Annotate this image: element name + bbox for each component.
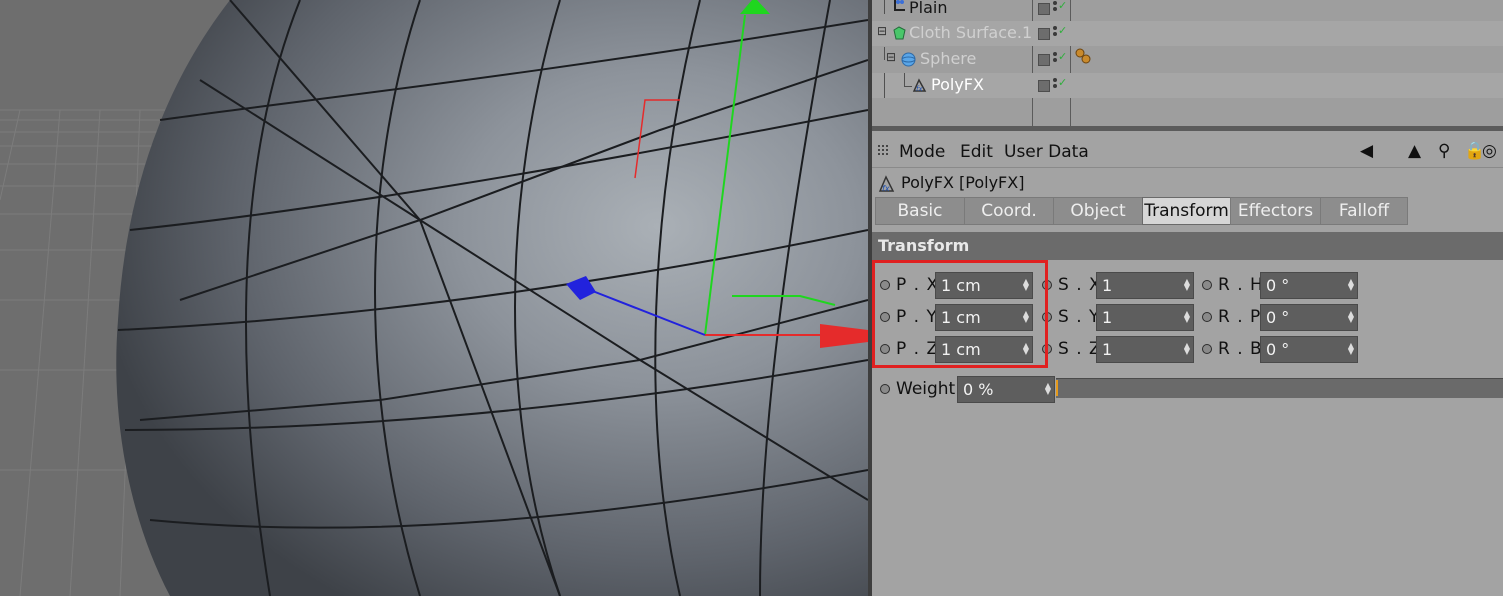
spinner-icon: ▲ ▼ <box>1044 381 1051 396</box>
visibility-toggle[interactable] <box>1038 3 1050 15</box>
param-scale-x: S . X 1 ▲ ▼ <box>1042 272 1197 300</box>
param-rotation-h: R . H 0 ° ▲ ▼ <box>1202 272 1362 300</box>
visibility-toggle[interactable] <box>1038 54 1050 66</box>
scale-x-field[interactable]: 1 ▲ ▼ <box>1096 272 1194 299</box>
param-rotation-p: R . P 0 ° ▲ ▼ <box>1202 304 1362 332</box>
cursor-icon[interactable]: ▲ <box>1408 141 1421 161</box>
object-name[interactable]: Cloth Surface.1 <box>909 23 1032 42</box>
weight-slider-handle[interactable] <box>1056 380 1058 396</box>
rotation-h-field[interactable]: 0 ° ▲ ▼ <box>1260 272 1358 299</box>
menu-edit[interactable]: Edit <box>960 142 993 162</box>
3d-viewport[interactable] <box>0 0 868 596</box>
visibility-toggle[interactable] <box>1038 28 1050 40</box>
weight-field[interactable]: 0 % ▲ ▼ <box>957 376 1055 403</box>
spinner-icon: ▲ ▼ <box>1183 277 1190 292</box>
spinner-icon: ▲ ▼ <box>1347 277 1354 292</box>
param-scale-z: S . Z 1 ▲ ▼ <box>1042 336 1197 364</box>
animation-dot[interactable] <box>880 384 890 394</box>
object-name[interactable]: Plain <box>909 0 947 17</box>
param-label: S . Y <box>1058 307 1101 327</box>
param-weight: Weight 0 % ▲ ▼ <box>880 376 1060 404</box>
tab-basic[interactable]: Basic <box>875 197 965 225</box>
param-label: Weight <box>896 379 956 399</box>
menu-mode[interactable]: Mode <box>899 142 945 162</box>
editor-render-dots[interactable] <box>1053 78 1057 92</box>
cloth-surface-icon <box>893 26 906 40</box>
param-scale-y: S . Y 1 ▲ ▼ <box>1042 304 1197 332</box>
manager-separator <box>872 126 1503 131</box>
enabled-check-icon[interactable]: ✓ <box>1058 50 1067 63</box>
object-row-plain[interactable]: Plain ✓ <box>872 0 1503 21</box>
param-label: R . H <box>1218 275 1264 295</box>
sphere-mesh <box>116 0 868 596</box>
param-label: R . B <box>1218 339 1263 359</box>
tab-transform[interactable]: Transform <box>1142 197 1231 225</box>
grip-icon[interactable] <box>878 145 890 157</box>
tab-object[interactable]: Object <box>1053 197 1143 225</box>
cloth-tag-icon[interactable] <box>1074 48 1092 64</box>
object-name[interactable]: PolyFX <box>931 75 984 94</box>
object-row-cloth-surface[interactable]: ⊟ Cloth Surface.1 ✓ <box>872 21 1503 46</box>
object-title: PolyFX [PolyFX] <box>901 173 1025 192</box>
section-header: Transform <box>872 232 1503 260</box>
enabled-check-icon[interactable]: ✓ <box>1058 0 1067 12</box>
spinner-icon: ▲ ▼ <box>1183 341 1190 356</box>
collapse-icon[interactable]: ⊟ <box>886 50 896 64</box>
editor-render-dots[interactable] <box>1053 1 1057 15</box>
animation-dot[interactable] <box>1202 344 1212 354</box>
target-icon[interactable]: ◎ <box>1482 141 1497 161</box>
rotation-b-field[interactable]: 0 ° ▲ ▼ <box>1260 336 1358 363</box>
svg-text:fx: fx <box>916 85 923 93</box>
spinner-icon: ▲ ▼ <box>1347 309 1354 324</box>
object-row-polyfx[interactable]: fx PolyFX ✓ <box>872 73 1503 98</box>
object-name[interactable]: Sphere <box>920 49 976 68</box>
polyfx-icon: fx <box>878 175 895 193</box>
tab-bar: Basic Coord. Object Transform Effectors … <box>875 197 1408 227</box>
viewport-canvas[interactable] <box>0 0 868 596</box>
divider <box>872 167 1503 168</box>
spinner-icon: ▲ ▼ <box>1183 309 1190 324</box>
search-icon[interactable]: ⚲ <box>1438 141 1450 161</box>
editor-render-dots[interactable] <box>1053 26 1057 40</box>
enabled-check-icon[interactable]: ✓ <box>1058 76 1067 89</box>
tab-coord[interactable]: Coord. <box>964 197 1054 225</box>
attribute-menubar: Mode Edit User Data ◀ ▲ ⚲ 🔒 ◎ <box>872 137 1503 165</box>
visibility-toggle[interactable] <box>1038 80 1050 92</box>
object-manager: Plain ✓ ⊟ Cloth Surface.1 ✓ ⊟ Sphere ✓ f… <box>872 0 1503 131</box>
side-panel: Plain ✓ ⊟ Cloth Surface.1 ✓ ⊟ Sphere ✓ f… <box>872 0 1503 596</box>
scale-y-field[interactable]: 1 ▲ ▼ <box>1096 304 1194 331</box>
spinner-icon: ▲ ▼ <box>1347 341 1354 356</box>
svg-text:fx: fx <box>882 184 890 193</box>
collapse-icon[interactable]: ⊟ <box>877 24 887 38</box>
section-title: Transform <box>878 236 970 255</box>
null-object-icon <box>894 0 905 11</box>
weight-slider[interactable] <box>1056 378 1503 398</box>
enabled-check-icon[interactable]: ✓ <box>1058 24 1067 37</box>
polyfx-icon: fx <box>912 78 927 93</box>
scale-z-field[interactable]: 1 ▲ ▼ <box>1096 336 1194 363</box>
rotation-p-field[interactable]: 0 ° ▲ ▼ <box>1260 304 1358 331</box>
highlight-box <box>872 260 1048 368</box>
param-label: R . P <box>1218 307 1262 327</box>
menu-user-data[interactable]: User Data <box>1004 142 1089 162</box>
object-row-sphere[interactable]: ⊟ Sphere ✓ <box>872 47 1503 72</box>
animation-dot[interactable] <box>1202 280 1212 290</box>
tab-effectors[interactable]: Effectors <box>1230 197 1321 225</box>
sphere-icon <box>901 52 916 67</box>
param-rotation-b: R . B 0 ° ▲ ▼ <box>1202 336 1362 364</box>
tab-falloff[interactable]: Falloff <box>1320 197 1408 225</box>
editor-render-dots[interactable] <box>1053 52 1057 66</box>
back-arrow-icon[interactable]: ◀ <box>1360 141 1373 161</box>
animation-dot[interactable] <box>1202 312 1212 322</box>
